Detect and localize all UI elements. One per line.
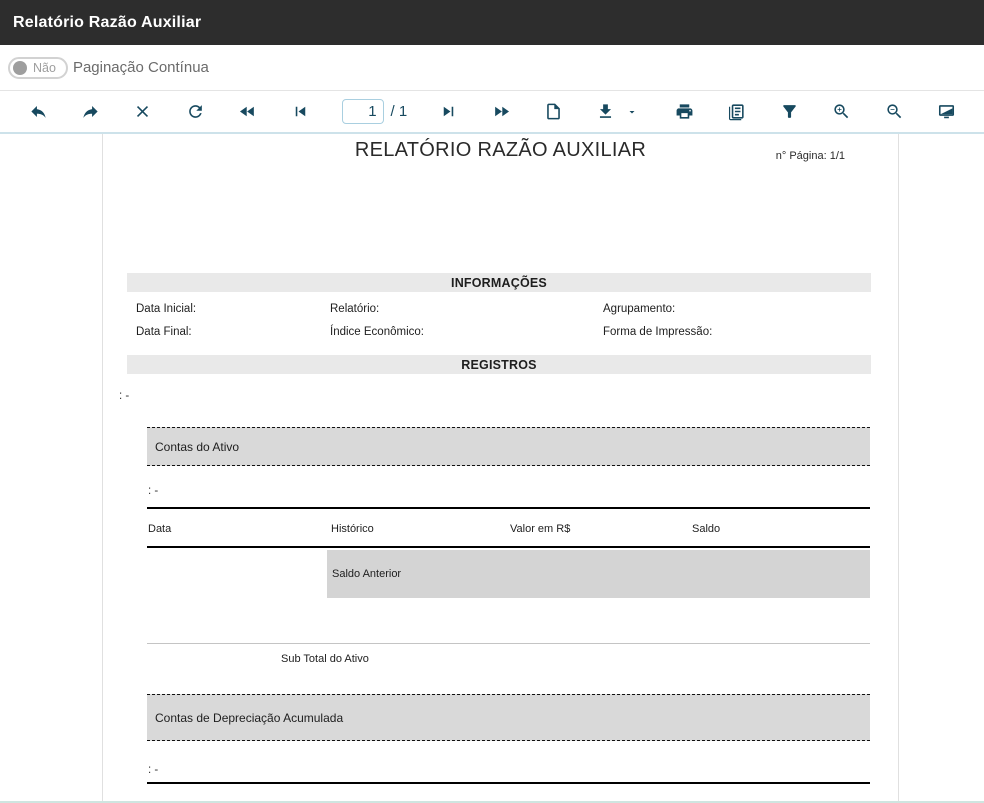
new-document-icon <box>544 102 563 121</box>
download-options-button[interactable] <box>621 99 643 125</box>
window-titlebar: Relatório Razão Auxiliar <box>0 0 984 45</box>
divider-line-thin <box>147 643 870 644</box>
group-empty-value: : - <box>148 764 158 776</box>
informacoes-section-header: INFORMAÇÕES <box>127 273 871 292</box>
last-page-button[interactable] <box>438 99 460 125</box>
saldo-anterior-label: Saldo Anterior <box>332 568 401 580</box>
field-label-agrupamento: Agrupamento: <box>603 303 675 315</box>
field-label-relatorio: Relatório: <box>330 303 379 315</box>
subtotal-label: Sub Total do Ativo <box>281 653 369 665</box>
report-toolbar: / 1 <box>0 90 984 134</box>
report-page-indicator: n° Página: 1/1 <box>776 150 845 162</box>
close-icon <box>133 102 152 121</box>
registros-empty-value: : - <box>119 390 129 402</box>
table-row-saldo-anterior: Saldo Anterior <box>327 550 870 598</box>
window-title: Relatório Razão Auxiliar <box>13 14 201 32</box>
field-label-forma-impressao: Forma de Impressão: <box>603 326 712 338</box>
filter-button[interactable] <box>778 99 800 125</box>
fit-screen-icon <box>937 102 956 121</box>
divider-line <box>147 546 870 548</box>
close-button[interactable] <box>132 99 154 125</box>
zoom-out-button[interactable] <box>883 99 905 125</box>
zoom-in-icon <box>832 102 851 121</box>
page-number-input[interactable] <box>342 99 384 124</box>
new-document-button[interactable] <box>542 99 564 125</box>
first-page-button[interactable] <box>289 99 311 125</box>
print-button[interactable] <box>673 99 695 125</box>
redo-arrow-icon <box>81 102 100 121</box>
group-title: Contas do Ativo <box>155 440 239 454</box>
fit-screen-button[interactable] <box>935 99 957 125</box>
zoom-out-icon <box>885 102 904 121</box>
redo-button[interactable] <box>79 99 101 125</box>
registros-section-header: REGISTROS <box>127 355 871 374</box>
report-page: RELATÓRIO RAZÃO AUXILIAR n° Página: 1/1 … <box>102 134 899 801</box>
field-label-data-inicial: Data Inicial: <box>136 303 196 315</box>
column-header-valor: Valor em R$ <box>510 523 570 535</box>
pagination-toggle[interactable]: Não <box>8 57 68 79</box>
column-header-data: Data <box>148 523 171 535</box>
group-header-contas-ativo: Contas do Ativo <box>147 427 870 466</box>
fast-rewind-button[interactable] <box>237 99 259 125</box>
group-title: Contas de Depreciação Acumulada <box>155 711 343 725</box>
undo-button[interactable] <box>27 99 49 125</box>
fast-rewind-icon <box>238 102 257 121</box>
fast-forward-button[interactable] <box>490 99 512 125</box>
download-group <box>595 99 643 125</box>
filter-icon <box>780 102 799 121</box>
divider-line <box>147 782 870 784</box>
zoom-in-button[interactable] <box>831 99 853 125</box>
refresh-icon <box>186 102 205 121</box>
report-document-button[interactable] <box>726 99 748 125</box>
page-total-label: / 1 <box>391 103 408 120</box>
toggle-value-label: Não <box>33 61 56 75</box>
column-header-saldo: Saldo <box>692 523 720 535</box>
divider-line <box>147 507 870 509</box>
group-empty-value: : - <box>148 485 158 497</box>
first-page-icon <box>291 102 310 121</box>
fast-forward-icon <box>492 102 511 121</box>
page-navigation-group: / 1 <box>342 99 408 124</box>
pagination-toggle-row: Não Paginação Contínua <box>0 45 984 90</box>
print-icon <box>675 102 694 121</box>
pagination-label: Paginação Contínua <box>73 59 209 76</box>
report-document-icon <box>727 102 746 121</box>
refresh-button[interactable] <box>184 99 206 125</box>
undo-arrow-icon <box>29 102 48 121</box>
toolbar-inner: / 1 <box>0 91 984 132</box>
caret-down-icon <box>626 106 638 118</box>
download-button[interactable] <box>595 99 617 125</box>
document-viewer[interactable]: RELATÓRIO RAZÃO AUXILIAR n° Página: 1/1 … <box>0 134 984 803</box>
toggle-knob-icon <box>13 61 27 75</box>
last-page-icon <box>439 102 458 121</box>
field-label-data-final: Data Final: <box>136 326 192 338</box>
download-icon <box>596 102 615 121</box>
field-label-indice-economico: Índice Econômico: <box>330 326 424 338</box>
group-header-contas-depreciacao: Contas de Depreciação Acumulada <box>147 694 870 741</box>
column-header-historico: Histórico <box>331 523 374 535</box>
